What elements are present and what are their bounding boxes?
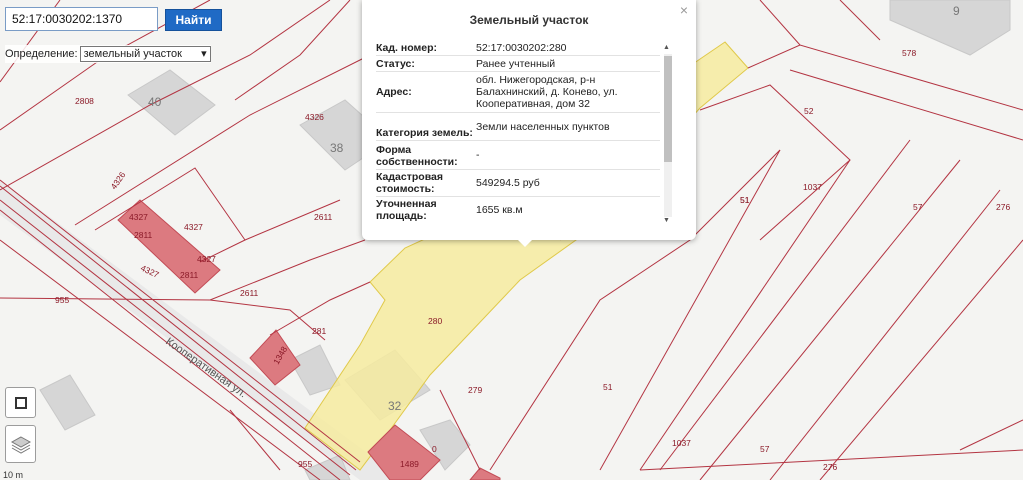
parcel-label: 279: [468, 385, 482, 395]
parcel-label: 57: [913, 202, 923, 212]
cadastral-search-input[interactable]: 52:17:0030202:1370: [5, 7, 158, 31]
scroll-down-icon[interactable]: ▼: [663, 217, 670, 224]
parcel-label: 276: [996, 202, 1010, 212]
parcel-label: 955: [55, 295, 69, 305]
layers-button[interactable]: [5, 425, 36, 463]
info-key: Адрес:: [376, 86, 412, 98]
parcel-label: 2808: [75, 96, 94, 106]
scroll-up-icon[interactable]: ▲: [663, 44, 670, 51]
info-row: Форма собственности: -: [376, 141, 660, 170]
info-value: Ранее учтенный: [476, 57, 556, 70]
parcel-label: 281: [312, 326, 326, 336]
popup-scrollbar[interactable]: ▲ ▼: [662, 44, 672, 226]
house-number: 38: [330, 141, 344, 155]
definition-select[interactable]: земельный участок ▾: [79, 46, 211, 62]
house-number: 9: [953, 4, 960, 18]
parcel-label: 4326: [305, 112, 324, 122]
parcel-label: 1037: [803, 182, 822, 192]
fullscreen-button[interactable]: [5, 387, 36, 418]
house-number: 32: [388, 399, 402, 413]
parcel-label: 51: [603, 382, 613, 392]
info-value: 52:17:0030202:280: [476, 41, 567, 54]
parcel-label: 51: [740, 195, 750, 205]
info-row: Уточненная площадь: 1655 кв.м: [376, 197, 660, 223]
info-key: Кадастровая стоимость:: [376, 171, 443, 195]
info-value: -: [476, 149, 480, 161]
parcel-label: 2611: [240, 288, 259, 298]
popup-title: Земельный участок: [469, 13, 589, 27]
parcel-label: 2811: [134, 230, 153, 240]
parcel-label: 4327: [129, 212, 148, 222]
fullscreen-icon: [14, 396, 27, 409]
layers-icon: [10, 436, 31, 454]
chevron-down-icon: ▾: [201, 48, 207, 60]
house-number: 40: [148, 95, 162, 109]
parcel-label: 4327: [184, 222, 203, 232]
parcel-label: 52: [804, 106, 814, 116]
parcel-label: 578: [902, 48, 916, 58]
info-table: Кад. номер: 52:17:0030202:280 Статус: Ране…: [376, 40, 660, 223]
info-value: обл. Нижегородская, р-н Балахнинский, д.…: [476, 74, 618, 110]
info-row: Категория земель: Земли населенных пункто…: [376, 113, 660, 141]
info-key: Категория земель:: [376, 127, 473, 139]
parcel-label: 955: [298, 459, 312, 469]
info-row: Кад. номер: 52:17:0030202:280: [376, 40, 660, 56]
info-key: Статус:: [376, 58, 415, 70]
parcel-label: 280: [428, 316, 442, 326]
popup-pointer: [515, 237, 535, 247]
info-key: Форма собственности:: [376, 144, 458, 168]
parcel-label: 57: [760, 444, 770, 454]
parcel-info-popup: Земельный участок × Кад. номер: 52:17:003…: [362, 0, 696, 240]
parcel-label: 1037: [672, 438, 691, 448]
info-value: Земли населенных пунктов: [476, 120, 610, 133]
parcel-label: 0: [432, 444, 437, 454]
parcel-label: 276: [823, 462, 837, 472]
info-key: Кад. номер:: [376, 42, 438, 54]
info-key: Уточненная площадь:: [376, 198, 437, 222]
scroll-thumb[interactable]: [664, 56, 672, 162]
find-button[interactable]: Найти: [165, 9, 222, 31]
info-row: Кадастровая стоимость: 549294.5 руб: [376, 170, 660, 197]
definition-selected: земельный участок: [83, 48, 182, 60]
parcel-label: 1489: [400, 459, 419, 469]
definition-row: Определение: земельный участок ▾: [5, 45, 211, 63]
parcel-label: 2811: [180, 270, 199, 280]
scale-label: 10 m: [3, 470, 24, 480]
info-row: Адрес: обл. Нижегородская, р-н Балахнинск…: [376, 72, 660, 113]
definition-label: Определение:: [5, 48, 78, 60]
info-value: 1655 кв.м: [476, 204, 523, 216]
close-icon[interactable]: ×: [680, 2, 688, 18]
parcel-label: 4327: [197, 254, 216, 264]
info-value: 549294.5 руб: [476, 177, 540, 189]
info-row: Статус: Ранее учтенный: [376, 56, 660, 72]
parcel-label: 2611: [314, 212, 333, 222]
